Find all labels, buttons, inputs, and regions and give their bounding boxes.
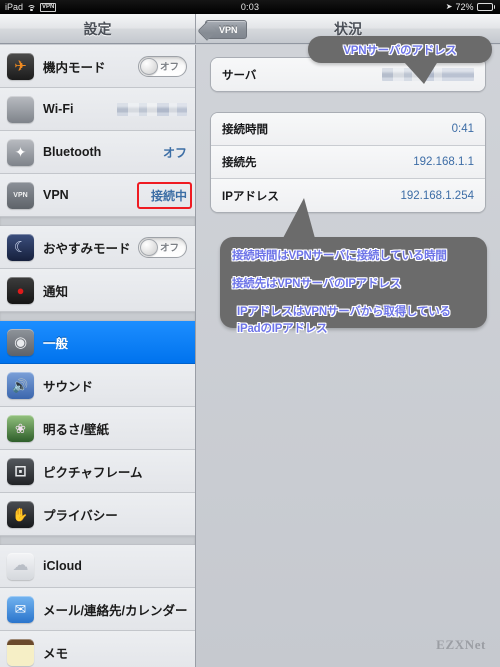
status-bar-clock: 0:03 bbox=[240, 2, 260, 12]
icloud-icon: ☁ bbox=[7, 552, 34, 580]
callout-info-line-2: 接続先はVPNサーバのIPアドレス bbox=[232, 278, 401, 290]
sidebar-item-label: プライバシー bbox=[43, 508, 118, 523]
toggle-knob bbox=[140, 238, 158, 256]
toggle-knob bbox=[140, 57, 158, 75]
page-title-settings: 設定 bbox=[83, 21, 112, 37]
sidebar-item-label: おやすみモード bbox=[43, 241, 131, 256]
moon-icon: ☾ bbox=[7, 233, 34, 261]
location-arrow-icon: ➤ bbox=[445, 2, 453, 11]
sidebar-item-vpn[interactable]: VPN VPN 接続中 bbox=[0, 174, 195, 217]
sidebar-item-value: オフ bbox=[162, 145, 187, 160]
sidebar-group: ☁iCloud✉メール/連絡先/カレンダーメモ☰リマインダー⬭メッセージ◉Fac… bbox=[0, 545, 195, 667]
detail-row-label: サーバ bbox=[222, 69, 257, 82]
sidebar-item-sound-speaker[interactable]: 🔊 サウンド bbox=[0, 364, 195, 407]
settings-nav-bar: 設定 bbox=[0, 14, 196, 44]
sidebar-item-label: 機内モード bbox=[43, 60, 106, 75]
sidebar-group: ✈機内モードオフ◗Wi-Fi✦BluetoothオフVPNVPN接続中 bbox=[0, 45, 195, 217]
callout-info-line-1: 接続時間はVPNサーバに接続している時間 bbox=[232, 250, 447, 262]
detail-row-label: 接続時間 bbox=[222, 124, 268, 136]
sidebar-item-privacy-hand[interactable]: ✋ プライバシー bbox=[0, 493, 195, 536]
sound-speaker-icon: 🔊 bbox=[7, 371, 34, 399]
mail-icon: ✉ bbox=[7, 595, 34, 623]
sidebar-item-picture-frame[interactable]: ⊡ ピクチャフレーム bbox=[0, 450, 195, 493]
toggle-switch[interactable]: オフ bbox=[138, 55, 187, 77]
sidebar-group: ☾ おやすみモード オフ ● 通知 bbox=[0, 226, 195, 312]
sidebar-group-separator bbox=[0, 312, 195, 321]
sidebar-item-airplane[interactable]: ✈ 機内モード オフ bbox=[0, 45, 195, 88]
sidebar-item-brightness-wallpaper[interactable]: ❀ 明るさ/壁紙 bbox=[0, 407, 195, 450]
callout-info-line-4: iPadのIPアドレス bbox=[237, 323, 328, 335]
brightness-wallpaper-icon: ❀ bbox=[7, 414, 34, 442]
status-bar: iPad VPN 0:03 ➤ 72% bbox=[0, 0, 500, 14]
card-spacer bbox=[196, 92, 500, 100]
sidebar-item-value: 接続中 bbox=[150, 188, 187, 203]
sidebar-item-label: Wi-Fi bbox=[43, 102, 74, 116]
sidebar-group: ◉ 一般 🔊 サウンド ❀ 明るさ/壁紙 ⊡ ピクチャフレーム ✋ プライバシー bbox=[0, 321, 195, 536]
sidebar-item-wifi[interactable]: ◗ Wi-Fi bbox=[0, 88, 195, 131]
status-bar-right: ➤ 72% bbox=[446, 0, 495, 14]
connection-status-card: 接続時間 0:41 接続先 192.168.1.1 IPアドレス 192.168.1.25… bbox=[210, 112, 486, 213]
detail-row: 接続先 192.168.1.1 bbox=[211, 146, 485, 179]
sidebar-item-label: ピクチャフレーム bbox=[43, 465, 143, 480]
detail-row: IPアドレス 192.168.1.254 bbox=[211, 179, 485, 212]
detail-row: 接続時間 0:41 bbox=[211, 113, 485, 146]
detail-row-value: 192.168.1.1 bbox=[413, 156, 474, 168]
settings-sidebar[interactable]: ✈機内モードオフ◗Wi-Fi✦BluetoothオフVPNVPN接続中☾おやすみ… bbox=[0, 45, 196, 667]
redacted-value bbox=[117, 102, 187, 116]
sidebar-item-mail[interactable]: ✉ メール/連絡先/カレンダー bbox=[0, 588, 195, 631]
bluetooth-icon: ✦ bbox=[7, 138, 34, 166]
sidebar-item-label: メモ bbox=[43, 646, 69, 661]
watermark: EZXNet bbox=[436, 637, 486, 652]
battery-percent: 72% bbox=[455, 2, 474, 12]
sidebar-item-label: メール/連絡先/カレンダー bbox=[43, 603, 187, 618]
sidebar-item-moon[interactable]: ☾ おやすみモード オフ bbox=[0, 226, 195, 269]
vpn-icon: VPN bbox=[7, 181, 34, 209]
sidebar-group-separator bbox=[0, 536, 195, 545]
ipad-settings-screen: iPad VPN 0:03 ➤ 72% 設定 VPN 状況 ✈機内モードオフ◗W… bbox=[0, 0, 500, 667]
sidebar-item-icloud[interactable]: ☁ iCloud bbox=[0, 545, 195, 588]
sidebar-item-label: 通知 bbox=[43, 284, 69, 299]
sidebar-item-bluetooth[interactable]: ✦ Bluetooth オフ bbox=[0, 131, 195, 174]
detail-row-label: 接続先 bbox=[222, 157, 257, 169]
general-gear-icon: ◉ bbox=[7, 328, 34, 356]
callout-server-address-text: VPNサーバのアドレス bbox=[343, 44, 457, 57]
sidebar-item-label: Bluetooth bbox=[43, 145, 102, 159]
sidebar-group-separator bbox=[0, 217, 195, 226]
sidebar-item-label: iCloud bbox=[43, 559, 82, 573]
airplane-icon: ✈ bbox=[7, 52, 34, 80]
notes-icon bbox=[7, 638, 34, 666]
sidebar-item-label: 明るさ/壁紙 bbox=[43, 422, 109, 437]
notifications-icon: ● bbox=[7, 276, 34, 304]
detail-row-value: 192.168.1.254 bbox=[400, 189, 474, 202]
toggle-label: オフ bbox=[159, 62, 179, 73]
sidebar-item-notes[interactable]: メモ bbox=[0, 631, 195, 667]
battery-icon bbox=[476, 3, 495, 11]
wifi-icon: ◗ bbox=[7, 95, 34, 123]
sidebar-item-general-gear[interactable]: ◉ 一般 bbox=[0, 321, 195, 364]
sidebar-item-label: 一般 bbox=[43, 336, 69, 351]
sidebar-item-label: VPN bbox=[43, 188, 69, 202]
callout-connection-info-tail bbox=[282, 198, 316, 242]
privacy-hand-icon: ✋ bbox=[7, 500, 34, 528]
sidebar-item-notifications[interactable]: ● 通知 bbox=[0, 269, 195, 312]
toggle-switch[interactable]: オフ bbox=[138, 236, 187, 258]
vpn-status-detail-panel: サーバ 接続時間 0:41 接続先 192.168.1.1 IPアドレス 192.168.… bbox=[196, 45, 500, 667]
callout-connection-info: 接続時間はVPNサーバに接続している時間 接続先はVPNサーバのIPアドレス I… bbox=[220, 237, 487, 335]
toggle-label: オフ bbox=[159, 243, 179, 254]
picture-frame-icon: ⊡ bbox=[7, 457, 34, 485]
detail-row-value: 0:41 bbox=[451, 123, 474, 135]
callout-info-line-3: IPアドレスはVPNサーバから取得している bbox=[237, 306, 451, 318]
callout-server-address: VPNサーバのアドレス bbox=[308, 36, 492, 63]
back-button-label: VPN bbox=[219, 25, 238, 35]
callout-server-address-tail bbox=[404, 58, 440, 84]
sidebar-item-label: サウンド bbox=[43, 379, 94, 394]
